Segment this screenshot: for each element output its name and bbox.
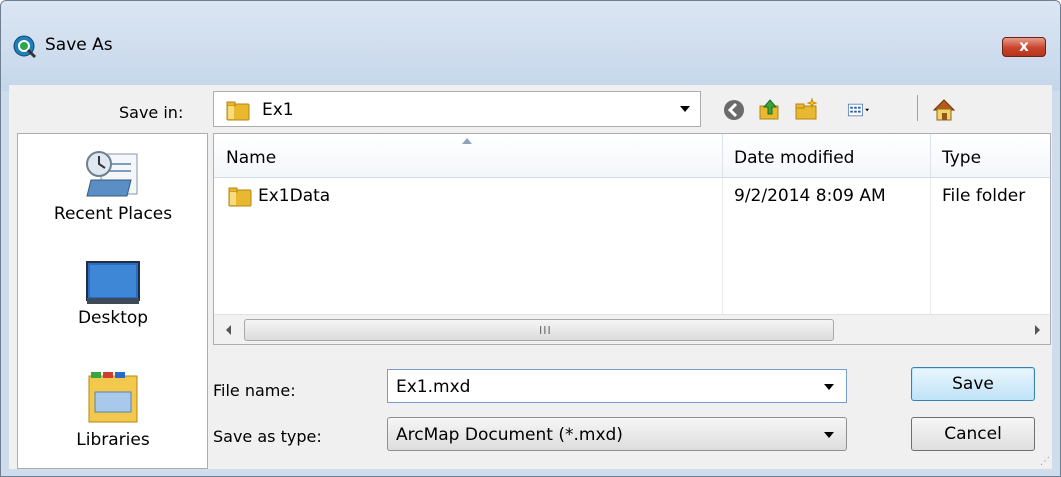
save-in-value: Ex1	[262, 100, 294, 120]
recent-places-icon	[86, 151, 138, 197]
new-folder-icon[interactable]	[793, 97, 819, 123]
save-as-type-value: ArcMap Document (*.mxd)	[396, 425, 623, 445]
place-libraries[interactable]: Libraries	[18, 366, 207, 450]
places-bar: Recent Places Desktop Libraries	[17, 133, 208, 469]
save-as-dialog: Save As x Save in: Ex1 Recent Places Des…	[0, 0, 1061, 477]
desktop-icon	[86, 261, 140, 304]
file-name: Ex1Data	[258, 186, 331, 206]
scroll-left-icon[interactable]	[226, 325, 231, 335]
save-in-label: Save in:	[119, 103, 184, 122]
folder-icon	[226, 101, 250, 121]
place-desktop[interactable]: Desktop	[18, 258, 207, 328]
horizontal-scrollbar[interactable]: III	[214, 314, 1050, 344]
save-as-type-dropdown[interactable]: ArcMap Document (*.mxd)	[387, 417, 847, 451]
window-title: Save As	[45, 35, 113, 55]
column-header-name[interactable]: Name	[226, 148, 276, 168]
back-icon[interactable]	[721, 97, 747, 123]
save-as-type-label: Save as type:	[213, 427, 322, 446]
file-list-header: Name Date modified Type	[214, 134, 1050, 178]
place-recent-places[interactable]: Recent Places	[18, 146, 207, 224]
scroll-thumb[interactable]: III	[244, 319, 834, 341]
arcmap-globe-icon	[13, 35, 37, 59]
column-header-type[interactable]: Type	[942, 148, 981, 168]
resize-grip[interactable]: ⋰	[1040, 456, 1050, 467]
column-divider[interactable]	[930, 134, 931, 178]
place-label: Libraries	[76, 430, 150, 450]
dialog-body: Save in: Ex1 Recent Places Desktop Libra…	[9, 85, 1052, 469]
file-name-label: File name:	[213, 381, 296, 400]
file-row[interactable]: Ex1Data 9/2/2014 8:09 AM File folder	[214, 178, 1050, 212]
title-bar[interactable]: Save As x	[1, 1, 1060, 91]
home-icon[interactable]	[931, 97, 957, 123]
chevron-down-icon	[824, 432, 834, 438]
column-header-date[interactable]: Date modified	[734, 148, 854, 168]
up-folder-icon[interactable]	[757, 97, 783, 123]
file-type: File folder	[942, 186, 1026, 206]
scroll-right-icon[interactable]	[1035, 325, 1040, 335]
cancel-button[interactable]: Cancel	[911, 417, 1035, 451]
file-name-input[interactable]: Ex1.mxd	[387, 369, 847, 403]
column-divider[interactable]	[722, 134, 723, 178]
toolbar-separator	[917, 95, 918, 121]
place-label: Recent Places	[53, 204, 173, 224]
file-name-value: Ex1.mxd	[396, 377, 471, 397]
scroll-grip: III	[539, 324, 552, 337]
file-list: Name Date modified Type Ex1Data 9/2/2014…	[213, 133, 1051, 345]
folder-icon	[228, 187, 252, 207]
file-date: 9/2/2014 8:09 AM	[734, 186, 886, 206]
sort-ascending-icon	[462, 138, 472, 144]
close-button[interactable]: x	[1002, 37, 1046, 57]
view-menu-icon[interactable]	[847, 97, 873, 123]
chevron-down-icon	[680, 106, 690, 112]
libraries-icon	[88, 372, 138, 423]
save-button[interactable]: Save	[911, 367, 1035, 401]
save-in-dropdown[interactable]: Ex1	[213, 91, 701, 127]
chevron-down-icon[interactable]	[824, 384, 834, 390]
place-label: Desktop	[77, 308, 149, 328]
